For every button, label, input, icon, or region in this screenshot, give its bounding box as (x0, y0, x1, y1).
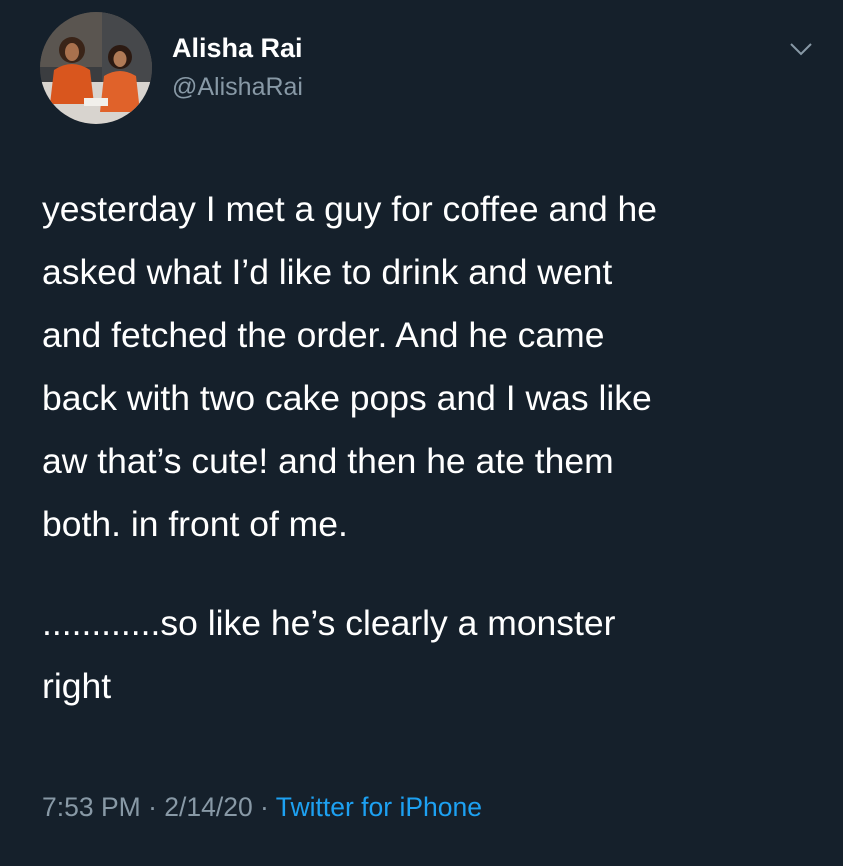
tweet-text: yesterday I met a guy for coffee and he … (42, 178, 832, 718)
tweet-time[interactable]: 7:53 PM (42, 792, 141, 822)
tweet-meta: 7:53 PM · 2/14/20 · Twitter for iPhone (42, 787, 482, 827)
meta-separator: · (252, 792, 276, 822)
display-name[interactable]: Alisha Rai (172, 33, 303, 63)
user-handle[interactable]: @AlishaRai (172, 72, 303, 102)
avatar-photo (40, 12, 152, 124)
tweet-paragraph: yesterday I met a guy for coffee and he … (42, 189, 658, 544)
tweet-source-link[interactable]: Twitter for iPhone (276, 792, 482, 822)
tweet-date[interactable]: 2/14/20 (164, 792, 252, 822)
avatar[interactable] (40, 12, 152, 124)
tweet-paragraph: ............so like he’s clearly a monst… (42, 603, 616, 706)
tweet-card: Alisha Rai @AlishaRai yesterday I met a … (0, 0, 843, 866)
meta-separator: · (140, 792, 165, 822)
author-info: Alisha Rai @AlishaRai (172, 33, 303, 102)
more-options-button[interactable] (784, 34, 818, 64)
chevron-down-icon (790, 43, 812, 56)
